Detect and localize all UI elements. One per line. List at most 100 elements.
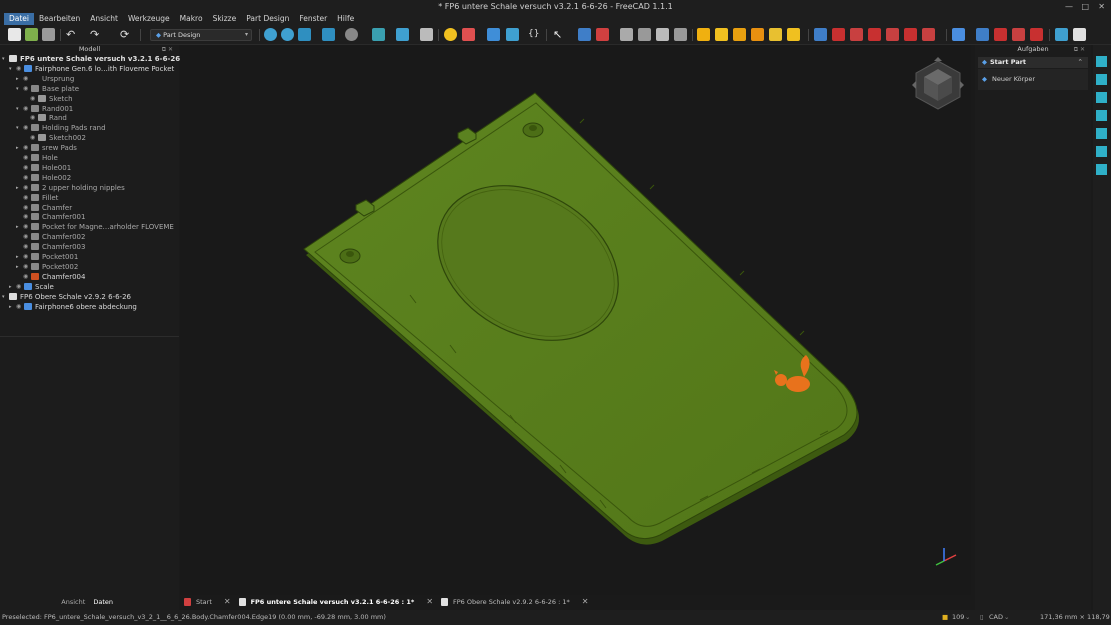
tree-item[interactable]: ◉ Hole: [16, 153, 58, 163]
collapse-icon[interactable]: ⌃: [1078, 57, 1083, 68]
tree-item[interactable]: ▾ ◉ Fairphone Gen.6 lo…ith Floveme Pocket: [9, 64, 174, 74]
visibility-eye-icon[interactable]: ◉: [23, 203, 31, 213]
view-isometric-cube-icon[interactable]: [1096, 74, 1107, 85]
fit-all-icon[interactable]: [264, 28, 277, 41]
linear-pattern-icon[interactable]: [994, 28, 1007, 41]
tree-item[interactable]: ◉ Hole001: [16, 163, 71, 173]
open-document-icon[interactable]: [25, 28, 38, 41]
tree-item[interactable]: ▾ ◉ Base plate: [16, 84, 79, 94]
close-window-button[interactable]: ✕: [1098, 0, 1105, 13]
new-document-icon[interactable]: [8, 28, 21, 41]
tree-item[interactable]: ◉ Sketch002: [23, 133, 86, 143]
expand-arrow-icon[interactable]: ▾: [2, 54, 9, 64]
visibility-eye-icon[interactable]: ◉: [23, 262, 31, 272]
menu-bearbeiten[interactable]: Bearbeiten: [34, 13, 85, 25]
view-front-cube-icon[interactable]: [1096, 92, 1107, 103]
tab-fp6-untere[interactable]: FP6 untere Schale versuch v3.2.1 6-6-26 …: [235, 595, 437, 609]
3d-viewport[interactable]: [180, 45, 971, 595]
clone-icon[interactable]: [656, 28, 669, 41]
subtractive-primitive-icon[interactable]: [922, 28, 935, 41]
subtractive-loft-icon[interactable]: [868, 28, 881, 41]
visibility-eye-icon[interactable]: ◉: [30, 94, 38, 104]
navigation-style[interactable]: CAD: [989, 610, 1003, 625]
std-views-icon[interactable]: [372, 28, 385, 41]
pad-icon[interactable]: [697, 28, 710, 41]
navigation-cube[interactable]: [908, 55, 968, 115]
zoom-dropdown-icon[interactable]: ⌄: [965, 610, 970, 625]
menu-datei[interactable]: Datei: [4, 13, 35, 25]
subtractive-pipe-icon[interactable]: [886, 28, 899, 41]
groove-icon[interactable]: [850, 28, 863, 41]
revolution-icon[interactable]: [715, 28, 728, 41]
expand-arrow-icon[interactable]: ▸: [16, 74, 23, 84]
tree-item[interactable]: ▸ ◉ Pocket002: [16, 262, 78, 272]
view-isometric-icon[interactable]: [298, 28, 311, 41]
visibility-eye-icon[interactable]: ◉: [23, 183, 31, 193]
visibility-eye-icon[interactable]: ◉: [23, 242, 31, 252]
expand-arrow-icon[interactable]: ▾: [16, 123, 23, 133]
start-part-task[interactable]: ◆ Start Part ⌃: [978, 57, 1088, 68]
visibility-eye-icon[interactable]: ◉: [23, 232, 31, 242]
additive-helix-icon[interactable]: [769, 28, 782, 41]
tab-ansicht[interactable]: Ansicht: [61, 598, 85, 606]
draw-style-icon[interactable]: [345, 28, 358, 41]
tree-item[interactable]: ◉ Chamfer002: [16, 232, 85, 242]
sketch-icon[interactable]: [596, 28, 609, 41]
expand-arrow-icon[interactable]: ▸: [16, 262, 23, 272]
visibility-eye-icon[interactable]: ◉: [30, 113, 38, 123]
body-icon[interactable]: [578, 28, 591, 41]
expand-arrow-icon[interactable]: ▸: [16, 143, 23, 153]
expand-arrow-icon[interactable]: ▸: [16, 252, 23, 262]
close-tab-icon[interactable]: ✕: [224, 595, 231, 609]
what-is-this-icon[interactable]: ↖: [553, 28, 566, 41]
close-tab-icon[interactable]: ✕: [426, 595, 433, 609]
tab-daten[interactable]: Daten: [93, 598, 113, 606]
subtractive-helix-icon[interactable]: [904, 28, 917, 41]
tree-item[interactable]: ▾ ◉ Holding Pads rand: [16, 123, 106, 133]
validate-sketch-icon[interactable]: [620, 28, 633, 41]
tree-item[interactable]: ▸ ◉ Fairphone6 obere abdeckung: [9, 302, 137, 312]
visibility-eye-icon[interactable]: ◉: [23, 74, 31, 84]
expand-arrow-icon[interactable]: ▸: [16, 222, 23, 232]
link-icon[interactable]: [506, 28, 519, 41]
tree-item[interactable]: ▸ ◉ Scale: [9, 282, 54, 292]
visibility-eye-icon[interactable]: ◉: [23, 123, 31, 133]
subshape-binder-icon[interactable]: [674, 28, 687, 41]
expand-arrow-icon[interactable]: ▾: [16, 104, 23, 114]
tree-item[interactable]: ▾ ◉ Rand001: [16, 104, 73, 114]
visibility-eye-icon[interactable]: ◉: [23, 84, 31, 94]
visibility-eye-icon[interactable]: ◉: [23, 222, 31, 232]
minimize-button[interactable]: —: [1065, 0, 1073, 13]
tab-start[interactable]: Start ✕: [180, 595, 235, 609]
view-front-icon[interactable]: [322, 28, 335, 41]
menu-fenster[interactable]: Fenster: [294, 13, 332, 25]
fit-selection-icon[interactable]: [281, 28, 294, 41]
nav-dropdown-icon[interactable]: ⌄: [1004, 610, 1009, 625]
task-panel-buttons[interactable]: ⧉✕: [1074, 45, 1087, 54]
expand-arrow-icon[interactable]: ▸: [9, 302, 16, 312]
tree-item[interactable]: ◉ Chamfer004: [16, 272, 85, 282]
menu-werkzeuge[interactable]: Werkzeuge: [123, 13, 175, 25]
redo-icon[interactable]: ↷: [90, 28, 103, 41]
hole-icon[interactable]: [832, 28, 845, 41]
tree-item[interactable]: ▸ ◉ srew Pads: [16, 143, 77, 153]
refresh-icon[interactable]: ⟳: [120, 28, 133, 41]
screw-pad-top[interactable]: [522, 122, 544, 138]
visibility-eye-icon[interactable]: ◉: [23, 252, 31, 262]
expand-arrow-icon[interactable]: ▾: [2, 292, 9, 302]
menu-makro[interactable]: Makro: [175, 13, 208, 25]
model-render[interactable]: [180, 45, 971, 595]
mirrored-icon[interactable]: [976, 28, 989, 41]
visibility-eye-icon[interactable]: ◉: [23, 163, 31, 173]
tree-item[interactable]: ◉ Rand: [23, 113, 67, 123]
expand-arrow-icon[interactable]: ▸: [16, 183, 23, 193]
visibility-eye-icon[interactable]: ◉: [16, 282, 24, 292]
additive-loft-icon[interactable]: [733, 28, 746, 41]
additive-pipe-icon[interactable]: [751, 28, 764, 41]
visibility-eye-icon[interactable]: ◉: [23, 143, 31, 153]
multitransform-icon[interactable]: [1030, 28, 1043, 41]
zoom-level[interactable]: 109: [952, 610, 964, 625]
new-part-icon[interactable]: [444, 28, 457, 41]
maximize-button[interactable]: □: [1081, 0, 1089, 13]
view-right-cube-icon[interactable]: [1096, 128, 1107, 139]
